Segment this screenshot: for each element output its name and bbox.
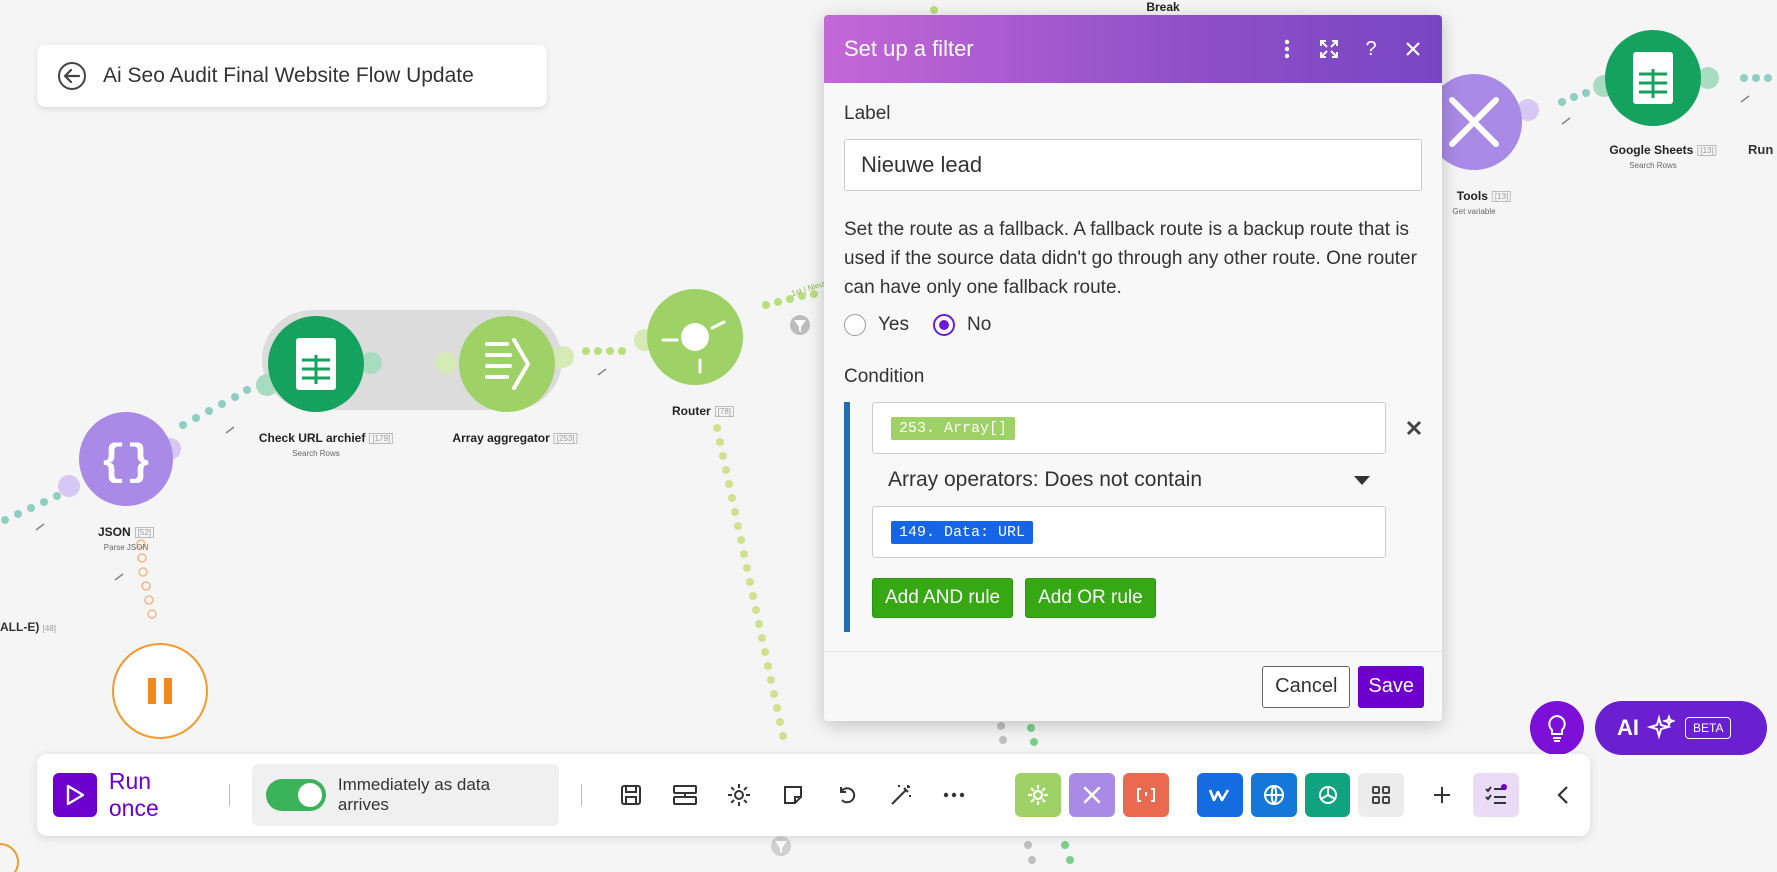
schedule-setting[interactable]: Immediately as data arrives — [252, 764, 560, 826]
label-input[interactable]: Nieuwe lead — [844, 139, 1422, 191]
json-node-sub: Parse JSON — [103, 543, 149, 552]
undo-icon[interactable] — [825, 773, 869, 817]
filter-dialog: Set up a filter ? Label Nieuwe lead Set … — [824, 15, 1442, 721]
fallback-yes-option[interactable]: Yes — [844, 314, 909, 336]
back-arrow-icon[interactable] — [57, 61, 87, 91]
label-heading: Label — [844, 103, 891, 124]
close-icon[interactable] — [1392, 28, 1434, 70]
condition-heading: Condition — [844, 366, 925, 387]
dialog-footer: Cancel Save — [824, 651, 1442, 721]
lightbulb-button[interactable] — [1530, 701, 1584, 755]
partial-node-label: ALL-E) [48] — [0, 620, 57, 634]
save-button[interactable]: Save — [1358, 665, 1424, 708]
array-token[interactable]: 253. Array[] — [891, 416, 1016, 440]
collapse-chevron-icon[interactable] — [1541, 773, 1585, 817]
http-globe-icon[interactable] — [1250, 773, 1297, 817]
tools-node-sub: Get variable — [1452, 207, 1496, 216]
add-and-rule-button[interactable]: Add AND rule — [872, 578, 1014, 618]
schedule-label: Immediately as data arrives — [337, 775, 491, 814]
json-node-label[interactable]: JSON [52] — [98, 525, 155, 539]
google-sheets-node-sub: Search Rows — [1629, 161, 1677, 170]
toolbar-divider — [229, 784, 231, 806]
run-once-button[interactable]: Run once — [53, 768, 207, 822]
check-url-node-label[interactable]: Check URL archief [179] — [259, 431, 394, 445]
add-or-rule-button[interactable]: Add OR rule — [1025, 578, 1156, 618]
tools-node-label[interactable]: Tools [13] — [1457, 189, 1512, 203]
openai-icon[interactable] — [1304, 773, 1351, 817]
help-icon[interactable]: ? — [1350, 28, 1392, 70]
gear-icon[interactable] — [717, 773, 761, 817]
flow-control-gear-icon[interactable] — [1015, 773, 1062, 817]
fallback-no-option[interactable]: No — [933, 314, 991, 336]
more-icon[interactable] — [932, 773, 976, 817]
check-url-node-sub: Search Rows — [292, 449, 340, 458]
fallback-yes-radio[interactable] — [844, 314, 866, 336]
note-icon[interactable] — [771, 773, 815, 817]
expand-icon[interactable] — [1308, 28, 1350, 70]
google-sheets-node-label[interactable]: Google Sheets [13] — [1609, 143, 1717, 157]
cancel-button[interactable]: Cancel — [1262, 665, 1351, 708]
router-node-label[interactable]: Router [78] — [672, 404, 735, 418]
remove-condition-icon[interactable] — [1406, 412, 1422, 443]
scenario-title-bar: Ai Seo Audit Final Website Flow Update — [37, 45, 547, 107]
ai-label: AI — [1617, 715, 1639, 740]
toolbar-divider — [581, 784, 583, 806]
data-store-icon[interactable] — [663, 773, 707, 817]
operator-select[interactable]: Array operators: Does not contain — [872, 454, 1386, 506]
scheduling-toggle[interactable] — [266, 779, 326, 811]
url-token[interactable]: 149. Data: URL — [891, 520, 1034, 544]
fallback-no-label: No — [967, 314, 992, 335]
ai-assistant-button[interactable]: AI BETA — [1595, 701, 1767, 755]
fallback-yes-label: Yes — [878, 314, 909, 335]
add-module-icon[interactable] — [1420, 773, 1464, 817]
save-icon[interactable] — [609, 773, 653, 817]
magic-wand-icon[interactable] — [879, 773, 923, 817]
run-once-label: Run once — [108, 768, 159, 821]
bottom-toolbar: Run once Immediately as data arrives — [37, 754, 1590, 836]
operator-value: Array operators: Does not contain — [888, 468, 1202, 491]
play-icon — [53, 773, 97, 817]
condition-right-operand[interactable]: 149. Data: URL — [872, 506, 1386, 558]
fallback-no-radio[interactable] — [933, 314, 955, 336]
more-options-icon[interactable] — [1266, 28, 1308, 70]
checklist-icon[interactable] — [1473, 773, 1520, 817]
dialog-title: Set up a filter — [844, 36, 974, 61]
fallback-description: Set the route as a fallback. A fallback … — [844, 219, 1417, 298]
partial-right-label: Run — [1748, 142, 1774, 157]
scenario-title: Ai Seo Audit Final Website Flow Update — [103, 64, 474, 87]
condition-left-operand[interactable]: 253. Array[] — [872, 402, 1386, 454]
svg-text:{}: {} — [100, 438, 153, 488]
tools-icon[interactable] — [1069, 773, 1115, 817]
array-aggregator-node-label[interactable]: Array aggregator [253] — [452, 431, 578, 445]
lightbulb-icon — [1548, 714, 1566, 742]
text-parser-icon[interactable] — [1122, 773, 1169, 817]
webflow-icon[interactable] — [1196, 773, 1243, 817]
fallback-radio-group: Yes No — [844, 314, 1422, 336]
beta-badge: BETA — [1685, 717, 1732, 739]
sparkle-icon — [1647, 714, 1675, 740]
dialog-header: Set up a filter ? — [824, 15, 1442, 83]
dropdown-caret-icon — [1354, 475, 1370, 485]
break-label: Break — [1146, 0, 1180, 14]
apps-grid-icon[interactable] — [1358, 773, 1405, 817]
condition-group: 253. Array[] Array operators: Does not c… — [844, 402, 1422, 632]
